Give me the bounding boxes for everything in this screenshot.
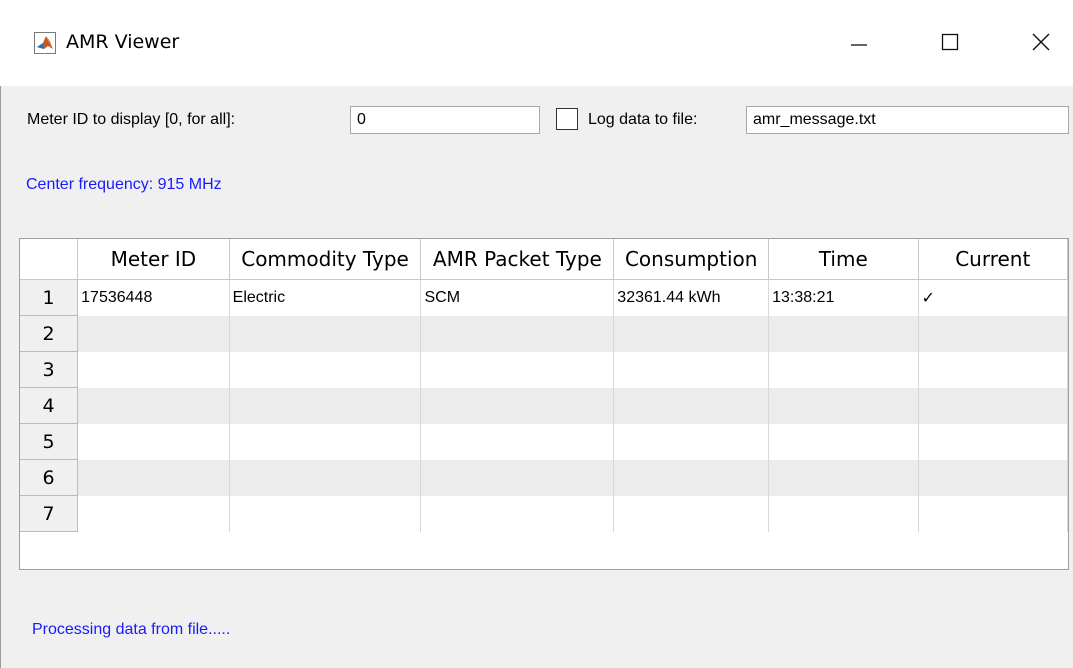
maximize-icon	[941, 33, 959, 51]
cell-meter-id[interactable]	[77, 459, 230, 496]
cell-meter-id[interactable]	[77, 351, 230, 388]
cell-meter-id[interactable]	[77, 423, 230, 460]
cell-commodity-type[interactable]	[228, 423, 422, 460]
status-text: Processing data from file.....	[32, 621, 231, 638]
close-button[interactable]	[1011, 19, 1071, 65]
cell-consumption[interactable]	[613, 459, 770, 496]
cell-current[interactable]	[917, 459, 1068, 496]
cell-consumption[interactable]	[613, 387, 770, 424]
cell-commodity-type[interactable]	[228, 351, 422, 388]
cell-time[interactable]	[768, 315, 919, 352]
cell-current[interactable]	[917, 423, 1068, 460]
cell-time[interactable]	[768, 495, 919, 532]
cell-time[interactable]	[768, 459, 919, 496]
log-file-input[interactable]: amr_message.txt	[746, 106, 1069, 134]
table-header-row: Meter ID Commodity Type AMR Packet Type …	[20, 239, 1068, 280]
minimize-button[interactable]	[829, 19, 889, 65]
column-header-current[interactable]: Current	[917, 239, 1068, 280]
cell-meter-id[interactable]	[77, 495, 230, 532]
close-icon	[1032, 33, 1050, 51]
cell-current[interactable]	[917, 351, 1068, 388]
cell-time[interactable]	[768, 387, 919, 424]
title-bar: AMR Viewer	[0, 0, 1073, 86]
cell-amr-packet-type[interactable]	[420, 315, 615, 352]
cell-current[interactable]	[917, 387, 1068, 424]
cell-amr-packet-type[interactable]	[420, 423, 615, 460]
matlab-icon	[34, 32, 56, 54]
cell-consumption[interactable]	[613, 351, 770, 388]
cell-consumption[interactable]	[613, 423, 770, 460]
cell-meter-id[interactable]	[77, 315, 230, 352]
meter-id-label: Meter ID to display [0, for all]:	[27, 111, 236, 128]
cell-commodity-type[interactable]	[228, 387, 422, 424]
row-number: 1	[20, 279, 79, 316]
table-row: 7	[20, 495, 1068, 532]
column-header-consumption[interactable]: Consumption	[613, 239, 770, 280]
cell-consumption[interactable]	[613, 495, 770, 532]
cell-current[interactable]: ✓	[917, 279, 1068, 316]
cell-commodity-type[interactable]	[228, 495, 422, 532]
column-header-commodity-type[interactable]: Commodity Type	[228, 239, 422, 280]
table-row: 4	[20, 387, 1068, 424]
cell-amr-packet-type[interactable]	[420, 495, 615, 532]
column-header-amr-packet-type[interactable]: AMR Packet Type	[420, 239, 615, 280]
cell-consumption[interactable]: 32361.44 kWh	[613, 279, 770, 316]
table-row: 1 17536448 Electric SCM 32361.44 kWh 13:…	[20, 279, 1068, 316]
row-number: 7	[20, 495, 79, 532]
cell-amr-packet-type[interactable]	[420, 459, 615, 496]
cell-time[interactable]	[768, 351, 919, 388]
cell-commodity-type[interactable]: Electric	[228, 279, 422, 316]
table-corner	[20, 239, 79, 280]
data-table[interactable]: Meter ID Commodity Type AMR Packet Type …	[19, 238, 1069, 570]
log-data-checkbox[interactable]	[556, 108, 578, 130]
cell-meter-id[interactable]	[77, 387, 230, 424]
window-title: AMR Viewer	[66, 31, 180, 53]
cell-current[interactable]	[917, 495, 1068, 532]
meter-id-input[interactable]: 0	[350, 106, 540, 134]
row-number: 3	[20, 351, 79, 388]
cell-amr-packet-type[interactable]	[420, 351, 615, 388]
row-number: 5	[20, 423, 79, 460]
table-row: 2	[20, 315, 1068, 352]
cell-meter-id[interactable]: 17536448	[77, 279, 230, 316]
maximize-button[interactable]	[920, 19, 980, 65]
cell-amr-packet-type[interactable]: SCM	[420, 279, 615, 316]
log-data-label: Log data to file:	[588, 111, 698, 128]
cell-consumption[interactable]	[613, 315, 770, 352]
cell-current[interactable]	[917, 315, 1068, 352]
table-row: 5	[20, 423, 1068, 460]
column-header-time[interactable]: Time	[768, 239, 919, 280]
column-header-meter-id[interactable]: Meter ID	[77, 239, 230, 280]
cell-commodity-type[interactable]	[228, 315, 422, 352]
cell-time[interactable]: 13:38:21	[768, 279, 919, 316]
row-number: 4	[20, 387, 79, 424]
cell-commodity-type[interactable]	[228, 459, 422, 496]
row-number: 2	[20, 315, 79, 352]
row-number: 6	[20, 459, 79, 496]
minimize-icon	[850, 33, 868, 51]
center-frequency-text: Center frequency: 915 MHz	[26, 176, 222, 193]
table-row: 6	[20, 459, 1068, 496]
cell-amr-packet-type[interactable]	[420, 387, 615, 424]
table-row: 3	[20, 351, 1068, 388]
window-border	[0, 86, 1, 668]
cell-time[interactable]	[768, 423, 919, 460]
